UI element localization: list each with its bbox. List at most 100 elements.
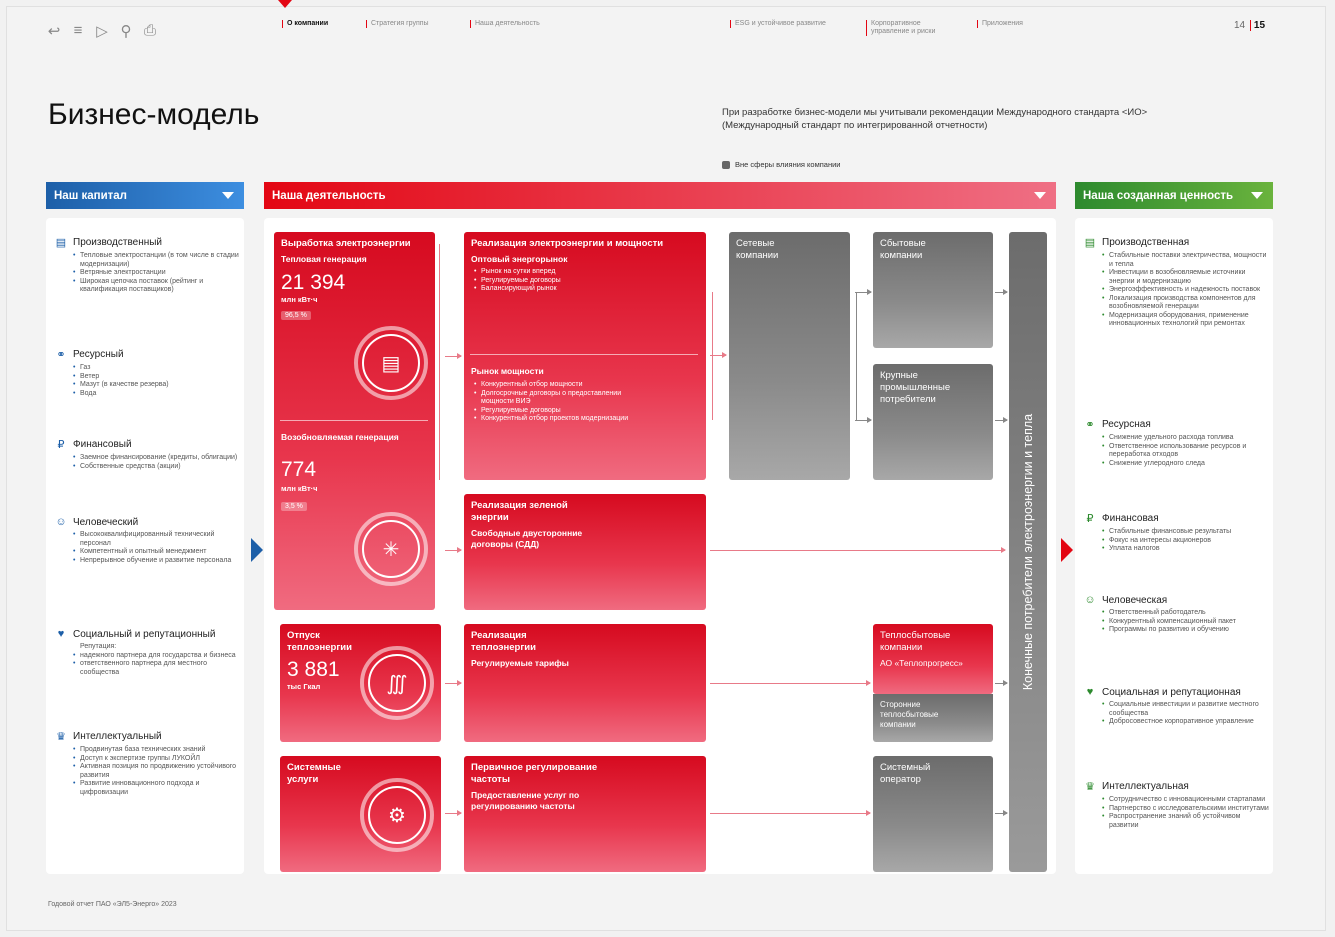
section-title: Человеческая [1102, 594, 1168, 606]
list-item: Активная позиция по продвижению устойчив… [73, 763, 240, 780]
list-item: Локализация производства компонентов для… [1102, 295, 1269, 312]
nav-strategy[interactable]: Стратегия группы [366, 20, 429, 28]
list-item: Широкая цепочка поставок (рейтинг и квал… [73, 278, 240, 295]
toolbar: ↩ ≡ ▷ ⚲ ⎙ [46, 22, 158, 40]
list-item: Высококвалифицированный технический перс… [73, 531, 240, 548]
generation-box: Выработка электроэнергии Тепловая генера… [274, 232, 435, 610]
value-header[interactable]: Наша созданная ценность [1075, 182, 1273, 209]
nav-active-marker [278, 0, 292, 8]
renew-share: 3,5 % [281, 502, 307, 511]
arrow [710, 547, 1006, 553]
list-item: Регулируемые договоры [474, 407, 631, 416]
list-item: Фокус на интересы акционеров [1102, 537, 1269, 546]
list-item: Партнерство с исследовательскими институ… [1102, 805, 1269, 814]
value-panel: ▤ Производственная Стабильные поставки эл… [1075, 218, 1273, 874]
sys-circle: ⚙ [360, 778, 434, 852]
capital-header[interactable]: Наш капитал [46, 182, 244, 209]
list-item: Заемное финансирование (кредиты, облигац… [73, 454, 240, 463]
menu-icon[interactable]: ≡ [70, 22, 86, 40]
connector-line [439, 244, 440, 480]
forward-icon[interactable]: ▷ [94, 22, 110, 40]
grid-title: Сетевые компании [736, 238, 779, 261]
thermal-share: 96,5 % [281, 311, 311, 320]
page-title: Бизнес-модель [48, 98, 260, 131]
list-item: Стабильные финансовые результаты [1102, 528, 1269, 537]
arrow [995, 810, 1008, 816]
nav-governance[interactable]: Корпоративное управление и риски [866, 20, 951, 36]
green-title: Реализация зеленой энергии [471, 500, 568, 523]
legend-label: Вне сферы влияния компании [735, 160, 841, 169]
arrow [710, 810, 871, 816]
factory-icon: ▤ [1084, 237, 1096, 249]
activity-header-label: Наша деятельность [272, 189, 386, 202]
people-icon: ☺ [1084, 594, 1096, 606]
activity-header[interactable]: Наша деятельность [264, 182, 1056, 209]
renew-label: Возобновляемая генерация [281, 432, 399, 442]
list-item: Ветер [73, 373, 240, 382]
green-sub: Свободные двусторонние договоры (СДД) [471, 528, 583, 549]
electricity-sales-box: Реализация электроэнергии и мощности Опт… [464, 232, 706, 480]
list-item: ответственного партнера для местного соо… [73, 660, 240, 677]
heatretail-title: Теплосбытовые компании [880, 630, 951, 653]
list-item: Балансирующий рынок [474, 285, 699, 294]
factory-icon: ▤ [55, 237, 67, 249]
other-heat-retail-box: Сторонние теплосбытовые компании [873, 694, 993, 742]
list-item: Распространение знаний об устойчивом раз… [1102, 813, 1269, 830]
section-title: Ресурсный [73, 349, 124, 360]
section-title: Социальная и репутационная [1102, 686, 1241, 698]
heat-sales-box: Реализация теплоэнергии Регулируемые тар… [464, 624, 706, 742]
capital-intellectual: ♛ Интеллектуальный Продвинутая база техни… [54, 730, 240, 797]
frequency-box: Первичное регулирование частоты Предоста… [464, 756, 706, 872]
heatretail-sub: АО «Теплопрогресс» [880, 658, 963, 668]
list-item: Инвестиции в возобновляемые источники эн… [1102, 269, 1269, 286]
section-title: Производственная [1102, 237, 1190, 248]
list-item: Программы по развитию и обучению [1102, 626, 1269, 635]
chevron-down-icon [1251, 192, 1263, 199]
nav-esg[interactable]: ESG и устойчивое развитие [730, 20, 826, 28]
sales-title: Реализация электроэнергии и мощности [471, 238, 664, 249]
list-item: Рынок на сутки вперед [474, 268, 699, 277]
heart-hand-icon: ♥ [1086, 686, 1094, 698]
print-icon[interactable]: ⎙ [142, 22, 158, 40]
operator-icon: ⚙ [368, 786, 426, 844]
search-icon[interactable]: ⚲ [118, 22, 134, 40]
connector-line [712, 292, 713, 420]
legend: Вне сферы влияния компании [722, 160, 841, 169]
arrow [995, 680, 1008, 686]
capital-panel: ▤ Производственный Тепловые электростанци… [46, 218, 244, 874]
page-left: 14 [1234, 20, 1246, 31]
arrow [445, 547, 462, 553]
section-title: Социальный и репутационный [73, 628, 216, 640]
list-item: Стабильные поставки электричества, мощно… [1102, 252, 1269, 269]
system-services-box: Системные услуги ⚙ [280, 756, 441, 872]
heat-box: Отпуск теплоэнергии 3 881 тыс Гкал ∭ [280, 624, 441, 742]
list-item: Модернизация оборудования, применение ин… [1102, 312, 1269, 329]
list-item: Развитие инновационного подхода и цифров… [73, 780, 240, 797]
capital-financial: ₽ Финансовый Заемное финансирование (кред… [54, 438, 240, 471]
arrow [995, 289, 1008, 295]
list-item: Энергоэффективность и надежность поставо… [1102, 286, 1269, 295]
renew-unit: млн кВт·ч [281, 484, 318, 493]
resource-icon: ⚭ [1085, 419, 1095, 431]
renew-value: 774 [281, 458, 317, 481]
section-title: Интеллектуальная [1102, 781, 1189, 792]
capital-header-label: Наш капитал [54, 189, 127, 202]
people-icon: ☺ [55, 516, 67, 528]
list-item: Продвинутая база технических знаний [73, 746, 240, 755]
nav-activity[interactable]: Наша деятельность [470, 20, 540, 28]
heatsale-title: Реализация теплоэнергии [471, 630, 536, 653]
value-header-label: Наша созданная ценность [1083, 189, 1234, 202]
generation-title: Выработка электроэнергии [281, 238, 411, 249]
ruble-icon: ₽ [1086, 513, 1094, 525]
legend-swatch [722, 160, 730, 169]
back-icon[interactable]: ↩ [46, 22, 62, 40]
section-title: Финансовый [73, 439, 132, 450]
divider [280, 420, 428, 421]
consumers-label: Конечные потребители электроэнергии и те… [1021, 413, 1035, 691]
capital-human: ☺ Человеческий Высококвалифицированный те… [54, 516, 240, 565]
nav-about[interactable]: О компании [282, 20, 328, 28]
list-item: Вода [73, 390, 240, 399]
thermal-value: 21 394 [281, 271, 346, 294]
nav-appendix[interactable]: Приложения [977, 20, 1023, 28]
thermal-plant-icon: ▤ [362, 334, 420, 392]
